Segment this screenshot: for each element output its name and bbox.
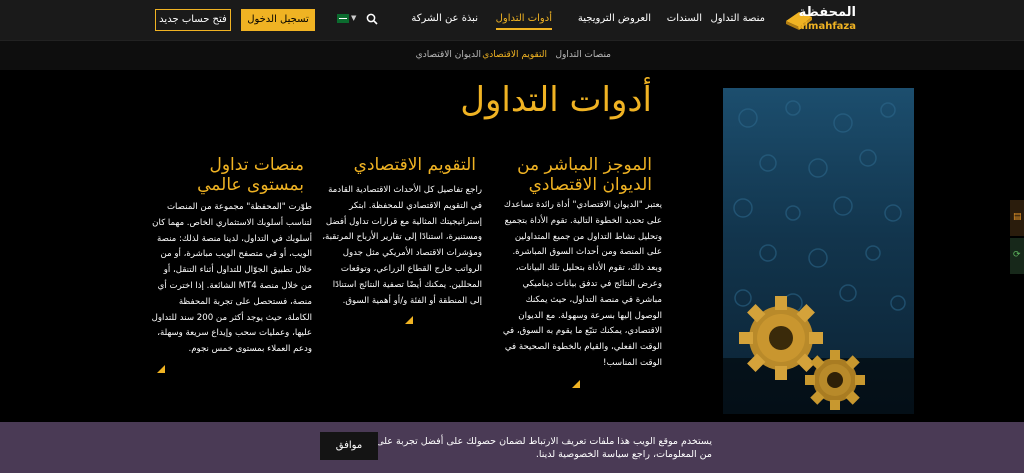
sub-navigation: منصات التداول التقويم الاقتصادي الديوان …: [0, 40, 1024, 70]
nav-trading-tools[interactable]: أدوات التداول: [495, 12, 553, 30]
page-title: أدوات التداول: [460, 80, 652, 120]
gears-illustration: [723, 88, 914, 414]
read-more-arrow-icon[interactable]: [572, 380, 580, 388]
logo-arabic-text: المحفظة: [798, 5, 856, 20]
cookie-accept-button[interactable]: موافق: [320, 432, 378, 460]
chart-icon: ▤: [1013, 212, 1022, 222]
login-button[interactable]: تسجيل الدخول: [241, 9, 315, 31]
nav-promotions[interactable]: العروض الترويجية: [578, 12, 651, 26]
subnav-economic-divan[interactable]: الديوان الاقتصادي: [416, 50, 481, 60]
side-tab-feedback[interactable]: ▤: [1010, 200, 1024, 236]
refresh-icon: ⟳: [1013, 250, 1021, 260]
side-tab-support[interactable]: ⟳: [1010, 238, 1024, 274]
read-more-arrow-icon[interactable]: [157, 365, 165, 373]
nav-bonds[interactable]: السندات: [667, 12, 702, 26]
top-navigation-bar: المحفظة almahfaza منصة التداول السندات ا…: [0, 0, 1024, 40]
saudi-flag-icon[interactable]: [337, 14, 349, 23]
gears-icon: [723, 100, 914, 414]
column-text-economic-calendar: راجع تفاصيل كل الأحداث الاقتصادية القادم…: [322, 185, 482, 306]
column-text-world-class-platforms: طوّرت "المحفظة" مجموعة من المنصات لتناسب…: [151, 202, 312, 355]
chevron-down-icon[interactable]: ▼: [351, 14, 356, 22]
nav-about-company[interactable]: نبذة عن الشركة: [411, 12, 478, 26]
column-title-world-class-platforms: منصات تداول بمستوى عالمي: [197, 155, 304, 195]
subnav-trading-platforms[interactable]: منصات التداول: [556, 50, 612, 60]
read-more-arrow-icon[interactable]: [405, 316, 413, 324]
column-title-economic-calendar: التقويم الاقتصادي: [353, 155, 476, 175]
logo-english-text: almahfaza: [797, 21, 856, 32]
subnav-economic-calendar[interactable]: التقويم الاقتصادي: [482, 50, 547, 60]
column-title-live-feed: الموجز المباشر من الديوان الاقتصادي: [517, 155, 652, 195]
search-icon[interactable]: [366, 13, 378, 25]
nav-trading-platform[interactable]: منصة التداول: [710, 12, 765, 26]
column-text-live-feed: يعتبر "الديوان الاقتصادي" أداة رائدة تسا…: [502, 200, 662, 368]
cookie-consent-bar: يستخدم موقع الويب هذا ملفات تعريف الارتب…: [0, 422, 1024, 473]
brand-logo[interactable]: المحفظة almahfaza: [784, 6, 856, 36]
open-account-button[interactable]: فتح حساب جديد: [155, 9, 231, 31]
